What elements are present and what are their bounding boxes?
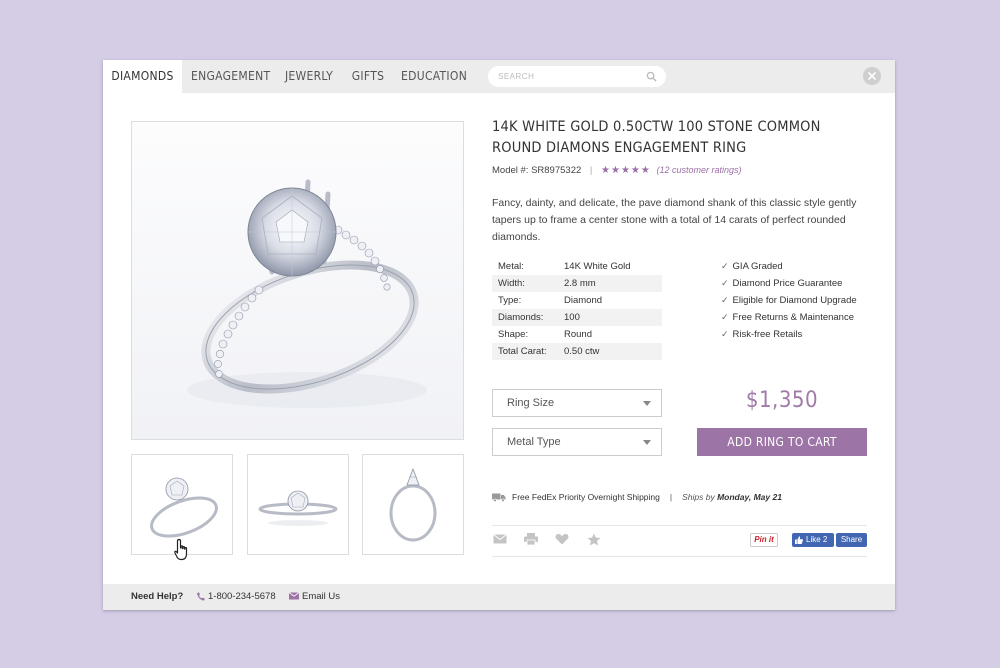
ships-by-label: Ships by <box>682 492 715 502</box>
divider <box>492 556 867 557</box>
spec-value: Round <box>564 329 592 340</box>
ratings-link[interactable]: (12 customer ratings) <box>656 165 741 175</box>
feature-item: ✓ Free Returns & Maintenance <box>721 309 891 326</box>
spec-value: 2.8 mm <box>564 278 596 289</box>
feature-label: Diamond Price Guarantee <box>732 278 843 289</box>
spec-key: Diamonds: <box>498 312 544 323</box>
feature-label: Eligible for Diamond Upgrade <box>732 295 857 306</box>
tab-jewerly[interactable]: JEWERLY <box>279 60 339 93</box>
thumbnail-3[interactable] <box>362 454 464 555</box>
product-price: $1,350 <box>745 388 819 413</box>
metal-type-select[interactable]: Metal Type <box>492 428 662 456</box>
separator: | <box>589 165 593 176</box>
facebook-share-button[interactable]: Share <box>836 533 867 547</box>
spec-row: Shape: Round <box>492 326 662 343</box>
spec-key: Metal: <box>498 261 524 272</box>
spec-value: 100 <box>564 312 580 323</box>
ring-size-select[interactable]: Ring Size <box>492 389 662 417</box>
model-line: Model #: SR8975322 | ★★★★★ (12 customer … <box>492 165 742 176</box>
shipping-text: Free FedEx Priority Overnight Shipping <box>512 492 660 502</box>
check-icon: ✓ <box>721 278 729 288</box>
need-help-label: Need Help? <box>131 591 184 602</box>
spec-row: Diamonds: 100 <box>492 309 662 326</box>
facebook-like-button[interactable]: Like 2 <box>792 533 834 547</box>
top-nav: DIAMONDS ENGAGEMENT JEWERLY GIFTS EDUCAT… <box>103 60 895 93</box>
help-footer: Need Help? 1-800-234-5678 Email Us <box>103 584 895 610</box>
spec-value: Diamond <box>564 295 603 306</box>
chevron-down-icon <box>643 401 651 406</box>
ring-thumbnail-front <box>258 490 338 526</box>
feature-item: ✓ Diamond Price Guarantee <box>721 275 891 292</box>
truck-icon <box>492 493 506 503</box>
separator: | <box>669 492 673 502</box>
spec-key: Type: <box>498 295 522 306</box>
phone-number: 1-800-234-5678 <box>208 591 276 602</box>
heart-icon[interactable] <box>555 533 569 545</box>
add-to-cart-button[interactable]: ADD RING TO CART <box>697 428 867 456</box>
star-icon[interactable] <box>587 533 601 546</box>
spec-row: Type: Diamond <box>492 292 662 309</box>
search-icon[interactable] <box>646 71 657 82</box>
envelope-icon <box>288 592 300 600</box>
envelope-icon[interactable] <box>493 533 507 545</box>
model-number: SR8975322 <box>531 165 582 176</box>
ring-size-label: Ring Size <box>507 397 555 409</box>
spec-row: Metal: 14K White Gold <box>492 258 662 275</box>
feature-label: Risk-free Retails <box>732 329 803 340</box>
check-icon: ✓ <box>721 295 729 305</box>
thumbs-up-icon <box>795 536 803 544</box>
feature-item: ✓ GIA Graded <box>721 258 891 275</box>
chevron-down-icon <box>643 440 651 445</box>
check-icon: ✓ <box>721 312 729 322</box>
print-icon[interactable] <box>524 533 538 545</box>
divider <box>492 525 867 526</box>
check-icon: ✓ <box>721 329 729 339</box>
ring-main-image <box>187 179 427 408</box>
feature-list: ✓ GIA Graded ✓ Diamond Price Guarantee ✓ El… <box>721 258 891 343</box>
product-description: Fancy, dainty, and delicate, the pave di… <box>492 197 857 243</box>
close-button[interactable] <box>863 67 881 85</box>
phone-icon <box>197 592 205 601</box>
product-title: 14K WHITE GOLD 0.50CTW 100 STONE COMMON … <box>492 119 821 156</box>
search-input[interactable] <box>498 69 638 84</box>
search-box <box>488 66 666 87</box>
close-icon <box>868 72 876 80</box>
pin-it-button[interactable]: Pin it <box>750 533 778 547</box>
ships-date: Monday, May 21 <box>717 492 782 502</box>
star-rating-icon[interactable]: ★★★★★ <box>601 165 651 176</box>
tab-gifts[interactable]: GIFTS <box>347 60 389 93</box>
shipping-info: Free FedEx Priority Overnight Shipping | S… <box>492 492 782 503</box>
model-label: Model #: <box>492 165 529 176</box>
spec-value: 0.50 ctw <box>564 346 600 357</box>
check-icon: ✓ <box>721 261 729 271</box>
specs-table: Metal: 14K White Gold Width: 2.8 mm Type: D… <box>492 258 662 360</box>
tab-diamonds[interactable]: DIAMONDS <box>103 60 182 93</box>
like-label: Like 2 <box>806 535 828 544</box>
product-quickview-window: DIAMONDS ENGAGEMENT JEWERLY GIFTS EDUCAT… <box>103 60 895 610</box>
thumbnail-2[interactable] <box>247 454 349 555</box>
ring-thumbnail-side <box>389 467 437 542</box>
feature-label: GIA Graded <box>732 261 783 272</box>
spec-row: Width: 2.8 mm <box>492 275 662 292</box>
main-product-image <box>131 121 464 440</box>
spec-key: Width: <box>498 278 525 289</box>
feature-item: ✓ Eligible for Diamond Upgrade <box>721 292 891 309</box>
spec-key: Total Carat: <box>498 346 547 357</box>
email-link[interactable]: Email Us <box>288 584 341 610</box>
spec-row: Total Carat: 0.50 ctw <box>492 343 662 360</box>
feature-label: Free Returns & Maintenance <box>732 312 854 323</box>
email-label: Email Us <box>302 591 341 602</box>
tab-engagement[interactable]: ENGAGEMENT <box>191 60 270 93</box>
tab-education[interactable]: EDUCATION <box>401 60 467 93</box>
spec-value: 14K White Gold <box>564 261 631 272</box>
feature-item: ✓ Risk-free Retails <box>721 326 891 343</box>
spec-key: Shape: <box>498 329 529 340</box>
phone-link[interactable]: 1-800-234-5678 <box>197 584 276 610</box>
metal-type-label: Metal Type <box>507 436 561 448</box>
hand-cursor-icon <box>174 538 188 561</box>
